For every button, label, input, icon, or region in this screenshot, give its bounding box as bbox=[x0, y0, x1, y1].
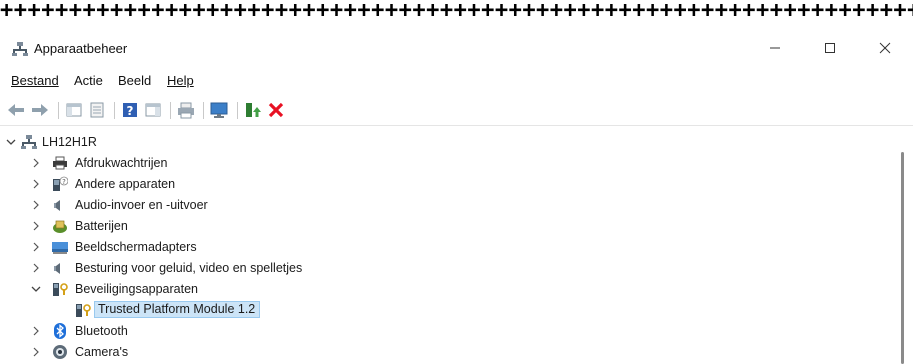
help-icon: ? bbox=[123, 103, 137, 118]
properties-button[interactable] bbox=[87, 100, 107, 120]
uninstall-device-button[interactable] bbox=[266, 100, 286, 120]
speaker-icon bbox=[52, 197, 68, 213]
menu-beeld[interactable]: Beeld bbox=[118, 73, 151, 88]
print-icon bbox=[178, 102, 194, 119]
tree-item-label: Audio-invoer en -uitvoer bbox=[75, 198, 208, 212]
tree-item-batterijen[interactable]: Batterijen bbox=[0, 216, 880, 237]
tree-item-label: Beeldschermadapters bbox=[75, 240, 197, 254]
security-device-icon bbox=[75, 302, 91, 318]
uninstall-device-icon bbox=[268, 102, 284, 118]
forward-button[interactable] bbox=[30, 100, 50, 120]
back-arrow-icon bbox=[8, 104, 24, 116]
tree-item-label: Besturing voor geluid, video en spelletj… bbox=[75, 261, 303, 275]
toolbar-separator bbox=[170, 102, 171, 119]
tree-item-cameras[interactable]: Camera's bbox=[0, 342, 880, 363]
chevron-right-icon[interactable] bbox=[30, 324, 42, 338]
tree-root[interactable]: LH12H1R bbox=[0, 132, 880, 153]
close-icon bbox=[879, 42, 891, 54]
vertical-scrollbar[interactable] bbox=[898, 152, 908, 364]
svg-text:?: ? bbox=[62, 178, 66, 186]
tree-item-afdrukwachtrijen[interactable]: Afdrukwachtrijen bbox=[0, 153, 880, 174]
menu-actie[interactable]: Actie bbox=[74, 73, 103, 88]
show-hide-console-tree-button[interactable] bbox=[64, 100, 84, 120]
chevron-right-icon[interactable] bbox=[30, 177, 42, 191]
maximize-icon bbox=[825, 43, 835, 53]
minimize-icon bbox=[770, 47, 780, 49]
scan-hardware-button[interactable] bbox=[209, 100, 229, 120]
close-button[interactable] bbox=[870, 36, 900, 62]
scan-hardware-icon bbox=[210, 102, 228, 118]
chevron-right-icon[interactable] bbox=[30, 219, 42, 233]
device-tree: LH12H1R Afdrukwachtrijen ? Andere appara… bbox=[0, 132, 913, 364]
unknown-device-icon: ? bbox=[52, 176, 69, 192]
back-button[interactable] bbox=[6, 100, 26, 120]
bluetooth-icon bbox=[52, 323, 68, 339]
menu-bestand-label: Bestand bbox=[11, 73, 59, 88]
maximize-button[interactable] bbox=[815, 36, 845, 62]
toolbar-separator bbox=[203, 102, 204, 119]
display-adapter-icon bbox=[52, 239, 68, 255]
tree-item-label: Camera's bbox=[75, 345, 129, 359]
computer-network-icon bbox=[21, 134, 37, 150]
svg-text:?: ? bbox=[127, 104, 134, 118]
toolbar-separator bbox=[58, 102, 59, 119]
toolbar-separator bbox=[237, 102, 238, 119]
battery-icon bbox=[52, 218, 68, 234]
print-button[interactable] bbox=[176, 100, 196, 120]
update-driver-icon bbox=[246, 103, 261, 117]
tree-item-beveiligingsapparaten[interactable]: Beveiligingsapparaten bbox=[0, 279, 880, 300]
chevron-right-icon[interactable] bbox=[30, 156, 42, 170]
action-pane-button[interactable] bbox=[143, 100, 163, 120]
window-title: Apparaatbeheer bbox=[34, 41, 128, 56]
tree-item-besturing-geluid-video-spelletjes[interactable]: Besturing voor geluid, video en spelletj… bbox=[0, 258, 880, 279]
security-device-icon bbox=[52, 281, 68, 297]
menu-bestand[interactable]: Bestand bbox=[11, 73, 59, 88]
tree-item-label: Batterijen bbox=[75, 219, 128, 233]
tree-root-label: LH12H1R bbox=[42, 135, 97, 149]
tree-item-audio-invoer-en-uitvoer[interactable]: Audio-invoer en -uitvoer bbox=[0, 195, 880, 216]
tree-item-label: Afdrukwachtrijen bbox=[75, 156, 168, 170]
decorative-plus-border: ++++++++++++++++++++++++++++++++++++++++… bbox=[0, 0, 913, 22]
camera-icon bbox=[52, 344, 68, 360]
help-button[interactable]: ? bbox=[120, 100, 140, 120]
chevron-down-icon[interactable] bbox=[5, 135, 17, 149]
device-manager-icon bbox=[12, 41, 28, 57]
toolbar-divider bbox=[0, 125, 913, 126]
scrollbar-thumb[interactable] bbox=[901, 152, 904, 364]
update-driver-button[interactable] bbox=[243, 100, 263, 120]
toolbar-separator bbox=[114, 102, 115, 119]
tree-item-trusted-platform-module[interactable]: Trusted Platform Module 1.2 bbox=[0, 300, 880, 321]
action-pane-icon bbox=[145, 103, 161, 117]
chevron-right-icon[interactable] bbox=[30, 240, 42, 254]
toolbar: ? bbox=[0, 96, 913, 124]
minimize-button[interactable] bbox=[760, 36, 790, 62]
tree-item-label: Beveiligingsapparaten bbox=[75, 282, 199, 296]
speaker-icon bbox=[52, 260, 68, 276]
chevron-right-icon[interactable] bbox=[30, 345, 42, 359]
title-bar: Apparaatbeheer bbox=[0, 30, 913, 68]
printer-icon bbox=[52, 155, 68, 171]
menu-beeld-label: Beeld bbox=[118, 73, 152, 88]
tree-item-label: Bluetooth bbox=[75, 324, 128, 338]
tree-item-bluetooth[interactable]: Bluetooth bbox=[0, 321, 880, 342]
menu-help-label: Help bbox=[167, 73, 194, 88]
selected-device-label: Trusted Platform Module 1.2 bbox=[94, 301, 261, 318]
menu-actie-label: Actie bbox=[74, 73, 103, 88]
forward-arrow-icon bbox=[32, 104, 48, 116]
show-hide-console-tree-icon bbox=[66, 103, 82, 117]
menu-help[interactable]: Help bbox=[167, 73, 194, 88]
chevron-right-icon[interactable] bbox=[30, 261, 42, 275]
chevron-right-icon[interactable] bbox=[30, 198, 42, 212]
tree-item-label: Andere apparaten bbox=[75, 177, 176, 191]
menu-bar: Bestand Actie Beeld Help bbox=[0, 70, 913, 92]
properties-icon bbox=[90, 102, 104, 118]
chevron-down-icon[interactable] bbox=[30, 282, 42, 296]
tree-item-andere-apparaten[interactable]: ? Andere apparaten bbox=[0, 174, 880, 195]
tree-item-beeldschermadapters[interactable]: Beeldschermadapters bbox=[0, 237, 880, 258]
